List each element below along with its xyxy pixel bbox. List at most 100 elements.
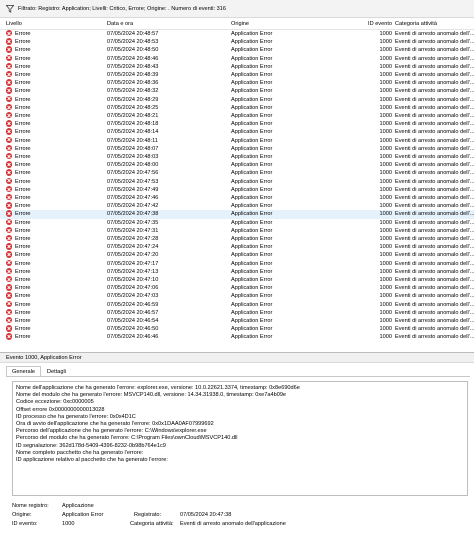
error-icon <box>6 300 13 307</box>
cell-category: Eventi di arresto anomalo dell'... <box>395 47 474 54</box>
error-icon <box>6 30 13 37</box>
source-label: Origine: <box>12 512 32 518</box>
cell-source: Application Error <box>231 113 273 119</box>
cell-level: Errore <box>15 178 31 185</box>
cell-level: Errore <box>15 301 31 308</box>
column-header-level[interactable]: Livello <box>6 18 106 30</box>
table-row[interactable]: Errore 07/05/2024 20:48:36 Application Err… <box>0 79 474 87</box>
events-table[interactable]: Livello Data e ora Origine ID evento Cat… <box>0 18 474 352</box>
table-row[interactable]: Errore 07/05/2024 20:48:53 Application Err… <box>0 38 474 46</box>
cell-level: Errore <box>15 293 31 300</box>
cell-category: Eventi di arresto anomalo dell'... <box>395 195 474 201</box>
cell-level: Errore <box>15 121 31 128</box>
table-row[interactable]: Errore 07/05/2024 20:47:31 Application Err… <box>0 226 474 235</box>
task-category-value: Eventi di arresto anomalo dell'applicazi… <box>180 521 286 527</box>
table-row[interactable]: Errore 07/05/2024 20:48:50 Application Err… <box>0 46 474 54</box>
cell-level: Errore <box>15 170 31 177</box>
cell-datetime: 07/05/2024 20:47:35 <box>107 219 159 226</box>
cell-datetime: 07/05/2024 20:48:36 <box>107 80 159 87</box>
table-row[interactable]: Errore 07/05/2024 20:47:35 Application Err… <box>0 218 474 227</box>
table-row[interactable]: Errore 07/05/2024 20:47:24 Application Err… <box>0 243 474 251</box>
cell-event-id: 1000 <box>379 47 392 54</box>
error-icon <box>6 87 13 94</box>
table-row[interactable]: Errore 07/05/2024 20:46:59 Application Err… <box>0 300 474 309</box>
table-row[interactable]: Errore 07/05/2024 20:47:49 Application Err… <box>0 185 474 194</box>
cell-datetime: 07/05/2024 20:48:25 <box>107 104 159 111</box>
cell-event-id: 1000 <box>379 268 392 275</box>
tab-general[interactable]: Generale <box>6 366 42 376</box>
table-row[interactable]: Errore 07/05/2024 20:46:54 Application Err… <box>0 317 474 325</box>
cell-event-id: 1000 <box>379 31 392 37</box>
table-row[interactable]: Errore 07/05/2024 20:46:46 Application Err… <box>0 333 474 341</box>
error-icon <box>6 226 13 234</box>
column-header-datetime[interactable]: Data e ora <box>107 18 229 30</box>
error-icon <box>6 194 13 201</box>
cell-level: Errore <box>15 236 31 242</box>
column-header-event-id[interactable]: ID evento <box>366 18 392 30</box>
table-row[interactable]: Errore 07/05/2024 20:46:50 Application Err… <box>0 325 474 333</box>
cell-category: Eventi di arresto anomalo dell'... <box>395 178 474 185</box>
tab-details[interactable]: Dettagli <box>41 366 72 376</box>
error-icon <box>6 333 13 340</box>
table-row[interactable]: Errore 07/05/2024 20:47:13 Application Err… <box>0 267 474 276</box>
table-row[interactable]: Errore 07/05/2024 20:47:42 Application Err… <box>0 202 474 210</box>
table-row[interactable]: Errore 07/05/2024 20:47:06 Application Err… <box>0 284 474 292</box>
cell-event-id: 1000 <box>379 285 392 292</box>
error-icon <box>6 120 13 127</box>
error-icon <box>6 54 13 61</box>
table-row[interactable]: Errore 07/05/2024 20:48:39 Application Err… <box>0 71 474 79</box>
table-row[interactable]: Errore 07/05/2024 20:46:57 Application Err… <box>0 308 474 317</box>
cell-source: Application Error <box>231 219 273 226</box>
table-row[interactable]: Errore 07/05/2024 20:48:29 Application Err… <box>0 95 474 104</box>
cell-event-id: 1000 <box>379 178 392 185</box>
event-message-box[interactable]: Nome dell'applicazione che ha generato l… <box>12 381 468 496</box>
table-row[interactable]: Errore 07/05/2024 20:47:28 Application Err… <box>0 235 474 243</box>
table-row[interactable]: Errore 07/05/2024 20:48:07 Application Err… <box>0 144 474 153</box>
cell-category: Eventi di arresto anomalo dell'... <box>395 268 474 275</box>
cell-event-id: 1000 <box>379 39 392 46</box>
table-row[interactable]: Errore 07/05/2024 20:47:03 Application Err… <box>0 292 474 300</box>
table-row[interactable]: Errore 07/05/2024 20:48:25 Application Err… <box>0 103 474 112</box>
table-row[interactable]: Errore 07/05/2024 20:48:21 Application Err… <box>0 112 474 120</box>
table-row[interactable]: Errore 07/05/2024 20:47:56 Application Err… <box>0 169 474 177</box>
cell-event-id: 1000 <box>379 96 392 103</box>
cell-category: Eventi di arresto anomalo dell'... <box>395 31 474 37</box>
table-row[interactable]: Errore 07/05/2024 20:47:10 Application Err… <box>0 276 474 284</box>
error-icon <box>6 79 13 86</box>
error-icon <box>6 218 13 225</box>
log-name-label: Nome registro: <box>12 503 49 509</box>
column-header-category[interactable]: Categoria attività <box>395 18 474 30</box>
cell-category: Eventi di arresto anomalo dell'... <box>395 63 474 70</box>
cell-category: Eventi di arresto anomalo dell'... <box>395 211 474 218</box>
cell-source: Application Error <box>231 96 273 103</box>
cell-event-id: 1000 <box>379 104 392 111</box>
cell-datetime: 07/05/2024 20:48:07 <box>107 145 159 152</box>
error-icon <box>6 292 13 299</box>
detail-tabs: Generale Dettagli <box>6 366 72 376</box>
cell-level: Errore <box>15 137 31 144</box>
table-row[interactable]: Errore 07/05/2024 20:48:00 Application Err… <box>0 161 474 169</box>
cell-datetime: 07/05/2024 20:47:42 <box>107 203 159 210</box>
table-row[interactable]: Errore 07/05/2024 20:48:03 Application Err… <box>0 153 474 161</box>
table-row[interactable]: Errore 07/05/2024 20:48:14 Application Err… <box>0 128 474 136</box>
table-row[interactable]: Errore 07/05/2024 20:47:20 Application Err… <box>0 251 474 259</box>
table-row[interactable]: Errore 07/05/2024 20:48:46 Application Err… <box>0 54 474 63</box>
table-row[interactable]: Errore 07/05/2024 20:47:46 Application Err… <box>0 194 474 202</box>
cell-source: Application Error <box>231 260 273 267</box>
cell-source: Application Error <box>231 195 273 201</box>
cell-event-id: 1000 <box>379 88 392 95</box>
column-header-source[interactable]: Origine <box>231 18 365 30</box>
table-row[interactable]: Errore 07/05/2024 20:48:32 Application Err… <box>0 87 474 95</box>
table-row[interactable]: Errore 07/05/2024 20:48:18 Application Err… <box>0 120 474 128</box>
cell-source: Application Error <box>231 104 273 111</box>
cell-category: Eventi di arresto anomalo dell'... <box>395 293 474 300</box>
cell-source: Application Error <box>231 80 273 87</box>
table-row[interactable]: Errore 07/05/2024 20:47:38 Application Err… <box>0 210 474 219</box>
table-row[interactable]: Errore 07/05/2024 20:47:17 Application Err… <box>0 259 474 268</box>
table-row[interactable]: Errore 07/05/2024 20:48:43 Application Err… <box>0 62 474 71</box>
message-line: Nome dell'applicazione che ha generato l… <box>16 385 300 391</box>
cell-datetime: 07/05/2024 20:48:39 <box>107 72 159 78</box>
table-row[interactable]: Errore 07/05/2024 20:47:53 Application Err… <box>0 177 474 186</box>
table-row[interactable]: Errore 07/05/2024 20:48:11 Application Err… <box>0 136 474 145</box>
table-row[interactable]: Errore 07/05/2024 20:48:57 Application Err… <box>0 30 474 38</box>
